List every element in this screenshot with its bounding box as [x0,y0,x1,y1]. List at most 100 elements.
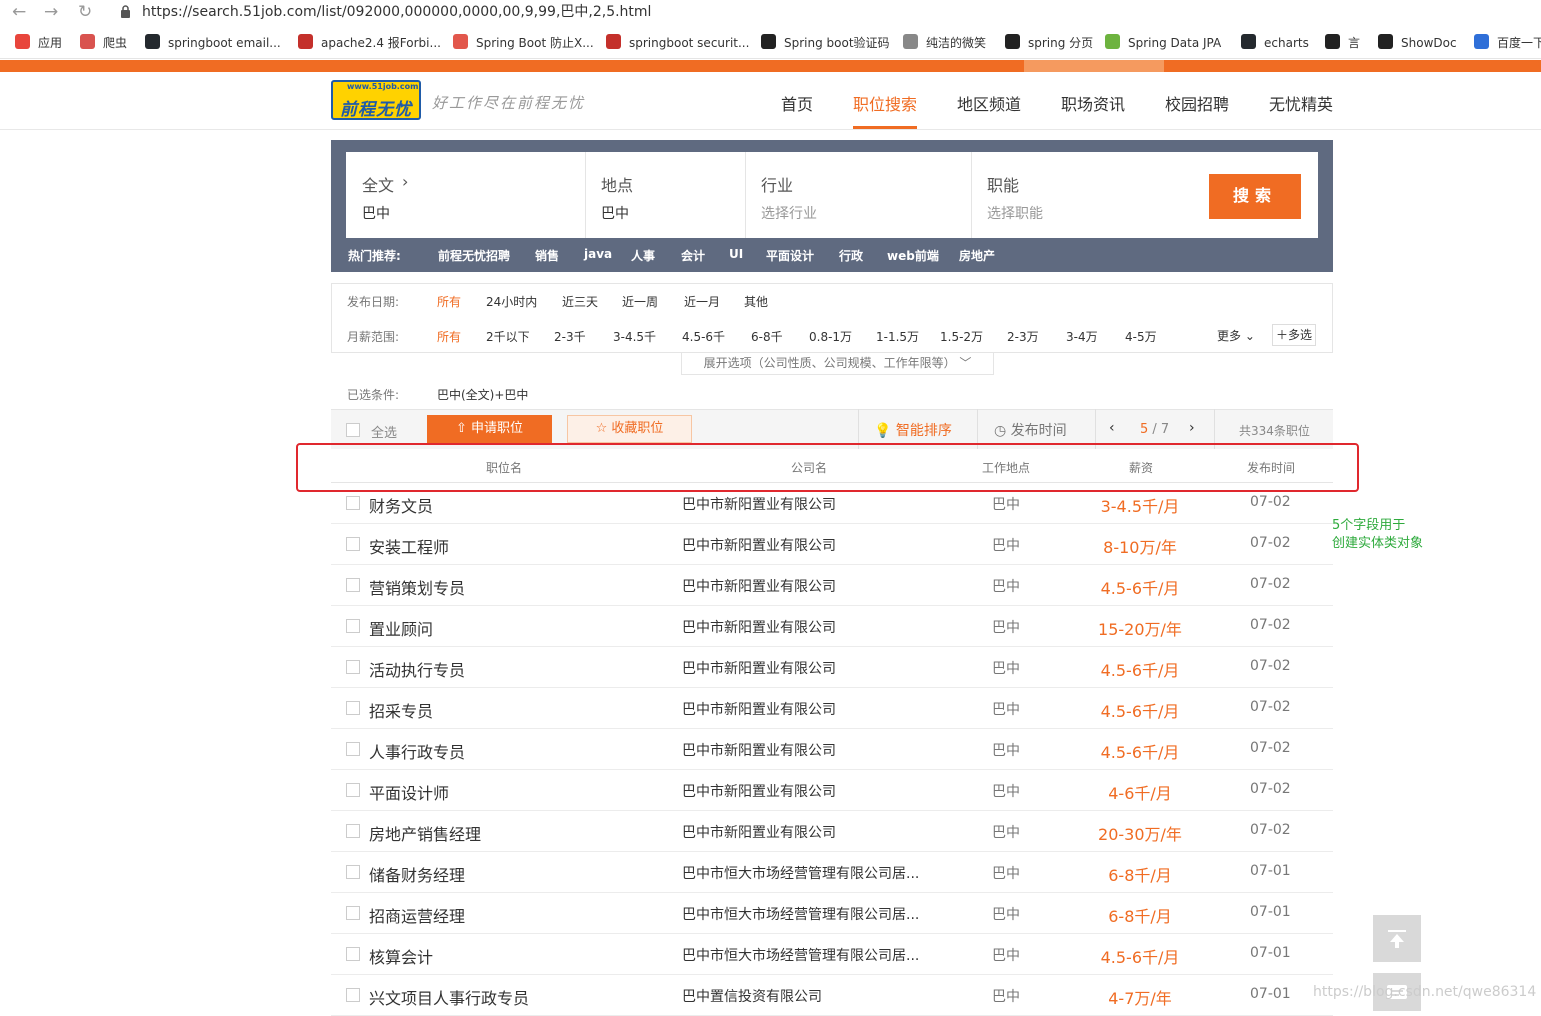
nav-link[interactable]: 校园招聘 [1165,91,1229,115]
nav-link[interactable]: 无忧精英 [1269,91,1333,115]
row-checkbox[interactable] [346,947,360,961]
job-title-link[interactable]: 活动执行专员 [369,657,465,681]
bookmark-item[interactable]: apache2.4 报Forbi... [321,35,441,51]
hot-link[interactable]: 会计 [681,247,705,264]
job-title-link[interactable]: 营销策划专员 [369,575,465,599]
bookmark-item[interactable]: 应用 [38,35,62,51]
company-link[interactable]: 巴中市新阳置业有限公司 [682,822,836,842]
date-option[interactable]: 近一周 [622,293,658,310]
job-title-link[interactable]: 招采专员 [369,698,433,722]
next-page-icon[interactable]: › [1189,420,1195,436]
multi-select-button[interactable]: ＋多选 [1272,324,1316,346]
bookmark-item[interactable]: springboot email... [168,35,281,51]
expand-options[interactable]: 展开选项（公司性质、公司规模、工作年限等） ﹀ [681,352,994,375]
back-to-top-button[interactable] [1373,915,1421,962]
function-select[interactable]: 选择职能 [987,203,1043,223]
job-title-link[interactable]: 核算会计 [369,944,433,968]
salary-option[interactable]: 4-5万 [1125,328,1157,345]
salary-option[interactable]: 0.8-1万 [809,328,852,345]
apply-button[interactable]: ⇧ 申请职位 [427,415,552,443]
hot-link[interactable]: 房地产 [959,247,995,264]
row-checkbox[interactable] [346,783,360,797]
date-option[interactable]: 所有 [437,293,461,310]
company-link[interactable]: 巴中市新阳置业有限公司 [682,576,836,596]
job-title-link[interactable]: 财务文员 [369,493,433,517]
bookmark-item[interactable]: 言 [1348,35,1360,51]
salary-option[interactable]: 3-4.5千 [613,328,656,345]
salary-option[interactable]: 6-8千 [751,328,783,345]
date-option[interactable]: 24小时内 [486,293,537,310]
back-icon[interactable]: ← [12,2,26,22]
favorite-button[interactable]: ☆ 收藏职位 [567,415,692,443]
bookmark-item[interactable]: ShowDoc [1401,35,1457,51]
hot-link[interactable]: 平面设计 [766,247,814,264]
hot-link[interactable]: 人事 [631,247,655,264]
row-checkbox[interactable] [346,660,360,674]
company-link[interactable]: 巴中市恒大市场经营管理有限公司居... [682,863,919,883]
hot-link[interactable]: 行政 [839,247,863,264]
bookmark-item[interactable]: Spring Boot 防止X... [476,35,594,51]
row-checkbox[interactable] [346,537,360,551]
company-link[interactable]: 巴中市新阳置业有限公司 [682,658,836,678]
nav-link[interactable]: 职场资讯 [1061,91,1125,115]
search-button[interactable]: 搜索 [1209,174,1301,219]
salary-option[interactable]: 2-3万 [1007,328,1039,345]
row-checkbox[interactable] [346,906,360,920]
row-checkbox[interactable] [346,496,360,510]
job-title-link[interactable]: 兴文项目人事行政专员 [369,985,529,1009]
row-checkbox[interactable] [346,578,360,592]
reload-icon[interactable]: ↻ [78,2,92,22]
job-title-link[interactable]: 安装工程师 [369,534,449,558]
nav-link[interactable]: 首页 [781,91,813,115]
company-link[interactable]: 巴中市新阳置业有限公司 [682,699,836,719]
row-checkbox[interactable] [346,701,360,715]
prev-page-icon[interactable]: ‹ [1109,420,1115,436]
hot-link[interactable]: web前端 [887,247,939,264]
company-link[interactable]: 巴中市新阳置业有限公司 [682,617,836,637]
company-link[interactable]: 巴中置信投资有限公司 [682,986,822,1006]
company-link[interactable]: 巴中市新阳置业有限公司 [682,781,836,801]
salary-option[interactable]: 1-1.5万 [876,328,919,345]
row-checkbox[interactable] [346,865,360,879]
bookmark-item[interactable]: springboot securit... [629,35,749,51]
site-logo[interactable]: www.51job.com 前程无忧 [331,80,421,120]
bookmark-item[interactable]: 纯洁的微笑 [926,35,986,51]
company-link[interactable]: 巴中市新阳置业有限公司 [682,535,836,555]
smart-sort[interactable]: 💡 智能排序 [874,420,952,440]
fulltext-label[interactable]: 全文 [362,172,394,196]
sort-by-time[interactable]: ◷ 发布时间 [994,420,1067,440]
hot-link[interactable]: 前程无忧招聘 [438,247,510,264]
date-option[interactable]: 其他 [744,293,768,310]
fulltext-input[interactable]: 巴中 [362,203,390,223]
nav-link[interactable]: 职位搜索 [853,91,917,115]
row-checkbox[interactable] [346,988,360,1002]
bookmark-item[interactable]: echarts [1264,35,1309,51]
bookmark-item[interactable]: 爬虫 [103,35,127,51]
company-link[interactable]: 巴中市恒大市场经营管理有限公司居... [682,904,919,924]
job-title-link[interactable]: 储备财务经理 [369,862,465,886]
select-all-checkbox[interactable] [346,423,360,437]
bookmark-item[interactable]: Spring boot验证码 [784,35,890,51]
date-option[interactable]: 近一月 [684,293,720,310]
row-checkbox[interactable] [346,824,360,838]
job-title-link[interactable]: 平面设计师 [369,780,449,804]
more-dropdown[interactable]: 更多 ⌄ [1217,327,1255,344]
salary-option[interactable]: 1.5-2万 [940,328,983,345]
date-option[interactable]: 近三天 [562,293,598,310]
hot-link[interactable]: 销售 [535,247,559,264]
bookmark-item[interactable]: 百度一下 [1497,35,1541,51]
salary-option[interactable]: 所有 [437,328,461,345]
salary-option[interactable]: 3-4万 [1066,328,1098,345]
hot-link[interactable]: java [584,247,612,261]
company-link[interactable]: 巴中市恒大市场经营管理有限公司居... [682,945,919,965]
job-title-link[interactable]: 人事行政专员 [369,739,465,763]
salary-option[interactable]: 2千以下 [486,328,530,345]
forward-icon[interactable]: → [44,2,58,22]
company-link[interactable]: 巴中市新阳置业有限公司 [682,494,836,514]
salary-option[interactable]: 4.5-6千 [682,328,725,345]
row-checkbox[interactable] [346,619,360,633]
nav-link[interactable]: 地区频道 [957,91,1021,115]
bookmark-item[interactable]: Spring Data JPA [1128,35,1221,51]
url-text[interactable]: https://search.51job.com/list/092000,000… [142,3,651,21]
job-title-link[interactable]: 招商运营经理 [369,903,465,927]
